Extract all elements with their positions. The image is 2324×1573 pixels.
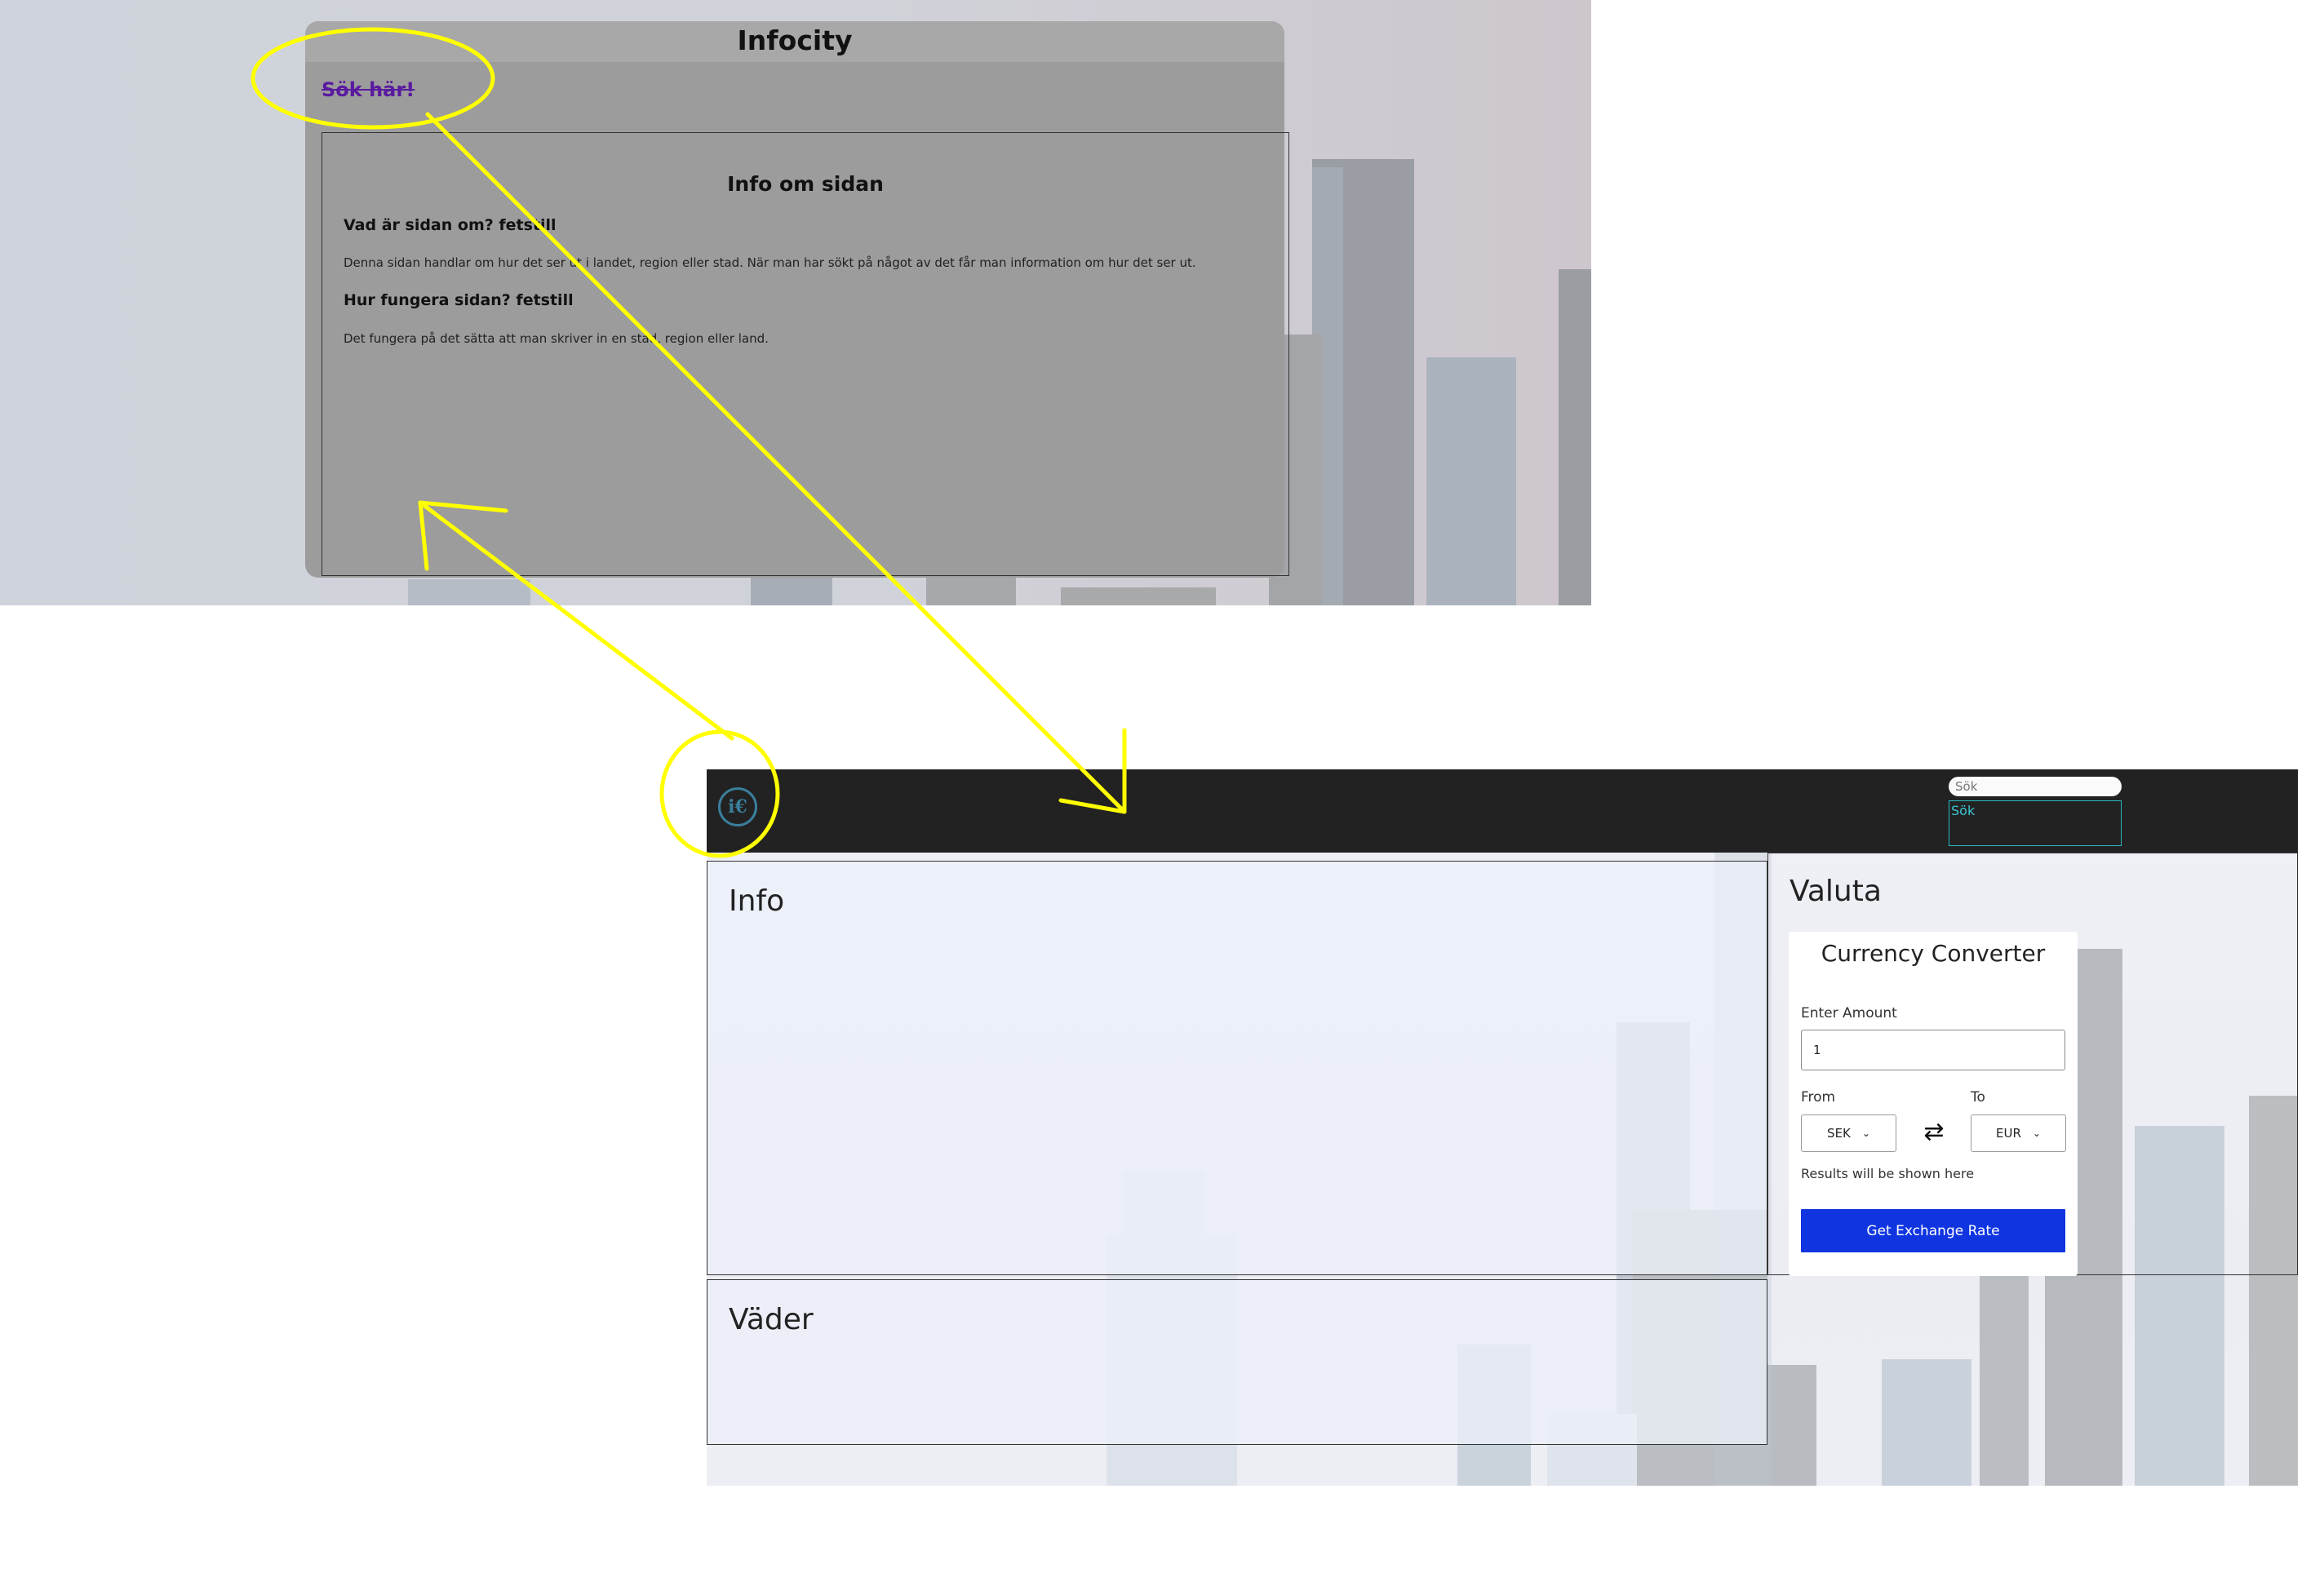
to-label: To (1971, 1089, 1985, 1106)
info-paragraph-2: Det fungera på det sätta att man skriver… (344, 331, 769, 346)
new-design-screenshot: i€ Sök Info Väder Valuta Currency Conver… (707, 769, 2298, 1486)
info-euro-logo-icon[interactable]: i€ (718, 787, 757, 826)
old-design-screenshot: Infocity Sök här! Info om sidan Vad är s… (0, 0, 1591, 605)
info-heading: Info om sidan (727, 172, 884, 196)
skyline-building (1767, 1365, 1816, 1486)
search-button[interactable]: Sök (1949, 800, 2122, 846)
chevron-down-icon: ⌄ (2032, 1128, 2041, 1139)
info-panel-title: Info (729, 884, 785, 918)
skyline-building (1980, 1275, 2029, 1486)
old-info-box: Info om sidan Vad är sidan om? fetstill … (322, 132, 1289, 576)
page-title: Infocity (737, 24, 853, 56)
amount-input[interactable] (1801, 1030, 2065, 1070)
info-paragraph-1: Denna sidan handlar om hur det ser ut i … (344, 255, 1196, 270)
search-input[interactable] (1949, 777, 2122, 796)
from-currency-select[interactable]: SEK ⌄ (1801, 1114, 1896, 1152)
amount-label: Enter Amount (1801, 1005, 1897, 1021)
navbar: i€ Sök (707, 769, 2298, 853)
valuta-panel-title: Valuta (1790, 875, 1882, 908)
search-link[interactable]: Sök här! (322, 78, 415, 101)
get-exchange-rate-button[interactable]: Get Exchange Rate (1801, 1209, 2065, 1252)
result-text: Results will be shown here (1801, 1166, 1975, 1181)
skyline-building (1426, 357, 1516, 605)
currency-converter-card: Currency Converter Enter Amount From To … (1789, 932, 2078, 1276)
weather-panel: Väder (707, 1279, 1767, 1445)
search-button-label: Sök (1951, 803, 1976, 818)
info-question-1: Vad är sidan om? fetstill (344, 216, 557, 234)
chevron-down-icon: ⌄ (1861, 1128, 1870, 1139)
skyline-building (1559, 269, 1591, 605)
to-currency-value: EUR (1996, 1126, 2021, 1141)
from-currency-value: SEK (1827, 1126, 1851, 1141)
swap-arrows-icon[interactable]: ⇄ (1918, 1116, 1950, 1149)
skyline-building (751, 578, 832, 605)
converter-title: Currency Converter (1821, 940, 2046, 967)
skyline-building (1061, 587, 1216, 605)
skyline-building (1882, 1359, 1971, 1486)
skyline-building (408, 579, 530, 605)
info-question-2: Hur fungera sidan? fetstill (344, 291, 574, 309)
info-panel: Info (707, 861, 1767, 1275)
to-currency-select[interactable]: EUR ⌄ (1971, 1114, 2066, 1152)
weather-panel-title: Väder (729, 1303, 814, 1336)
from-label: From (1801, 1089, 1836, 1106)
old-title-bar: Infocity (305, 21, 1284, 62)
